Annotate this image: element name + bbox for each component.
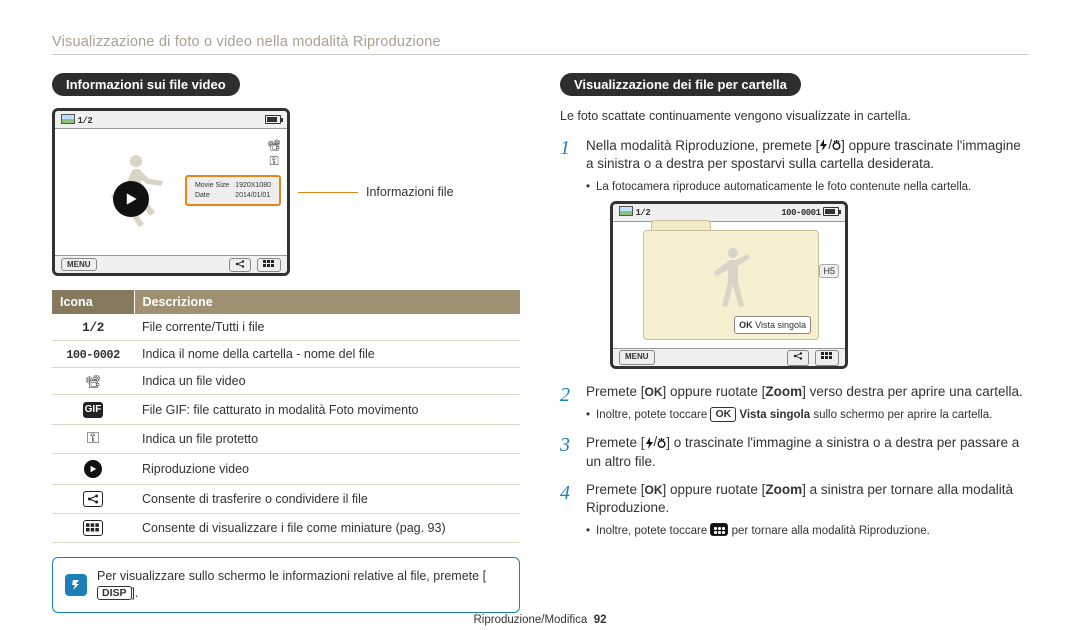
step-body: Premete [OK] oppure ruotate [Zoom] a sin… (586, 481, 1028, 540)
table-row: GIFFile GIF: file catturato in modalità … (52, 395, 520, 425)
share-icon[interactable] (787, 350, 809, 366)
info-icon (65, 574, 87, 596)
thumbnails-icon[interactable] (257, 258, 281, 272)
section-heading-left: Informazioni sui file video (52, 73, 240, 96)
lock-key-icon: ⚿ (87, 430, 99, 447)
disp-button: DISP (97, 586, 132, 601)
step-1: Nella modalità Riproduzione, premete [/]… (560, 136, 1028, 374)
menu-button[interactable]: MENU (61, 258, 97, 271)
step-4: Premete [OK] oppure ruotate [Zoom] a sin… (560, 481, 1028, 540)
col-descrizione: Descrizione (134, 290, 520, 314)
table-row: 100-0002Indica il nome della cartella - … (52, 341, 520, 368)
play-icon[interactable] (113, 181, 149, 217)
person-silhouette (709, 244, 757, 322)
thumbnails-icon[interactable] (815, 350, 839, 366)
folder-file-number: 100-0001 (781, 208, 820, 218)
table-row: 1/2File corrente/Tutti i file (52, 314, 520, 341)
note-text-pre: Per visualizzare sullo schermo le inform… (97, 569, 486, 583)
file-info-overlay: Movie Size1920X1080 Date2014/01/01 (185, 175, 281, 206)
page-title: Visualizzazione di foto o video nella mo… (52, 34, 1028, 50)
ok-button: OK (645, 483, 663, 497)
table-row: ⚿Indica un file protetto (52, 425, 520, 454)
sub-bullet: Inoltre, potete toccare per tornare alla… (586, 523, 1028, 539)
counter-icon: 1/2 (82, 320, 104, 335)
info-note: Per visualizzare sullo schermo le inform… (52, 557, 520, 613)
sub-bullet: La fotocamera riproduce automaticamente … (586, 179, 1028, 195)
step-2: Premete [OK] oppure ruotate [Zoom] verso… (560, 383, 1028, 423)
flash-timer-icon: / (819, 136, 841, 154)
callout-leader (298, 192, 358, 193)
icon-description-table: Icona Descrizione 1/2File corrente/Tutti… (52, 290, 520, 543)
page-footer: Riproduzione/Modifica 92 (0, 614, 1080, 626)
table-row: Consente di visualizzare i file come min… (52, 514, 520, 543)
share-icon (83, 491, 103, 507)
flash-timer-icon: / (645, 433, 667, 451)
landscape-icon (61, 114, 75, 124)
step-body: Premete [OK] oppure ruotate [Zoom] verso… (586, 383, 1028, 423)
ok-button: OK (710, 407, 736, 422)
video-preview-thumbnail: 1/2 📽 ⚿ Movie Size192 (52, 108, 290, 276)
thumbnails-icon (710, 523, 728, 536)
single-view-button[interactable]: OK Vista singola (734, 316, 811, 334)
step-3: Premete [/] o trascinate l'immagine a si… (560, 433, 1028, 471)
frame-count-badge: H5 (819, 264, 839, 278)
play-icon (84, 460, 102, 478)
section-heading-right: Visualizzazione dei file per cartella (560, 73, 801, 96)
video-counter: 1/2 (78, 116, 93, 126)
folder-counter: 1/2 (636, 208, 651, 218)
ok-button: OK (645, 385, 663, 399)
steps-list: Nella modalità Riproduzione, premete [/]… (560, 136, 1028, 540)
landscape-icon (619, 206, 633, 216)
divider (52, 54, 1028, 55)
note-text-post: ]. (132, 586, 139, 600)
folder-file-number-icon: 100-0002 (66, 348, 120, 362)
table-row: 📽Indica un file video (52, 368, 520, 395)
gif-icon: GIF (83, 402, 103, 418)
lock-key-icon: ⚿ (269, 154, 278, 169)
battery-icon (265, 115, 281, 124)
intro-text: Le foto scattate continuamente vengono v… (560, 108, 1028, 126)
menu-button[interactable]: MENU (619, 350, 655, 365)
sub-bullet: Inoltre, potete toccare OK Vista singola… (586, 407, 1028, 423)
movie-camera-icon: 📽 (85, 374, 102, 389)
share-icon[interactable] (229, 258, 251, 272)
col-icona: Icona (52, 290, 134, 314)
folder-preview-thumbnail: 1/2 100-0001 OK Vista singola (610, 201, 848, 369)
table-row: Riproduzione video (52, 454, 520, 485)
table-row: Consente di trasferire o condividere il … (52, 485, 520, 514)
callout-label: Informazioni file (366, 185, 454, 199)
thumbnails-icon (83, 520, 103, 536)
battery-icon (823, 207, 839, 216)
movie-camera-icon: 📽 (267, 139, 281, 152)
